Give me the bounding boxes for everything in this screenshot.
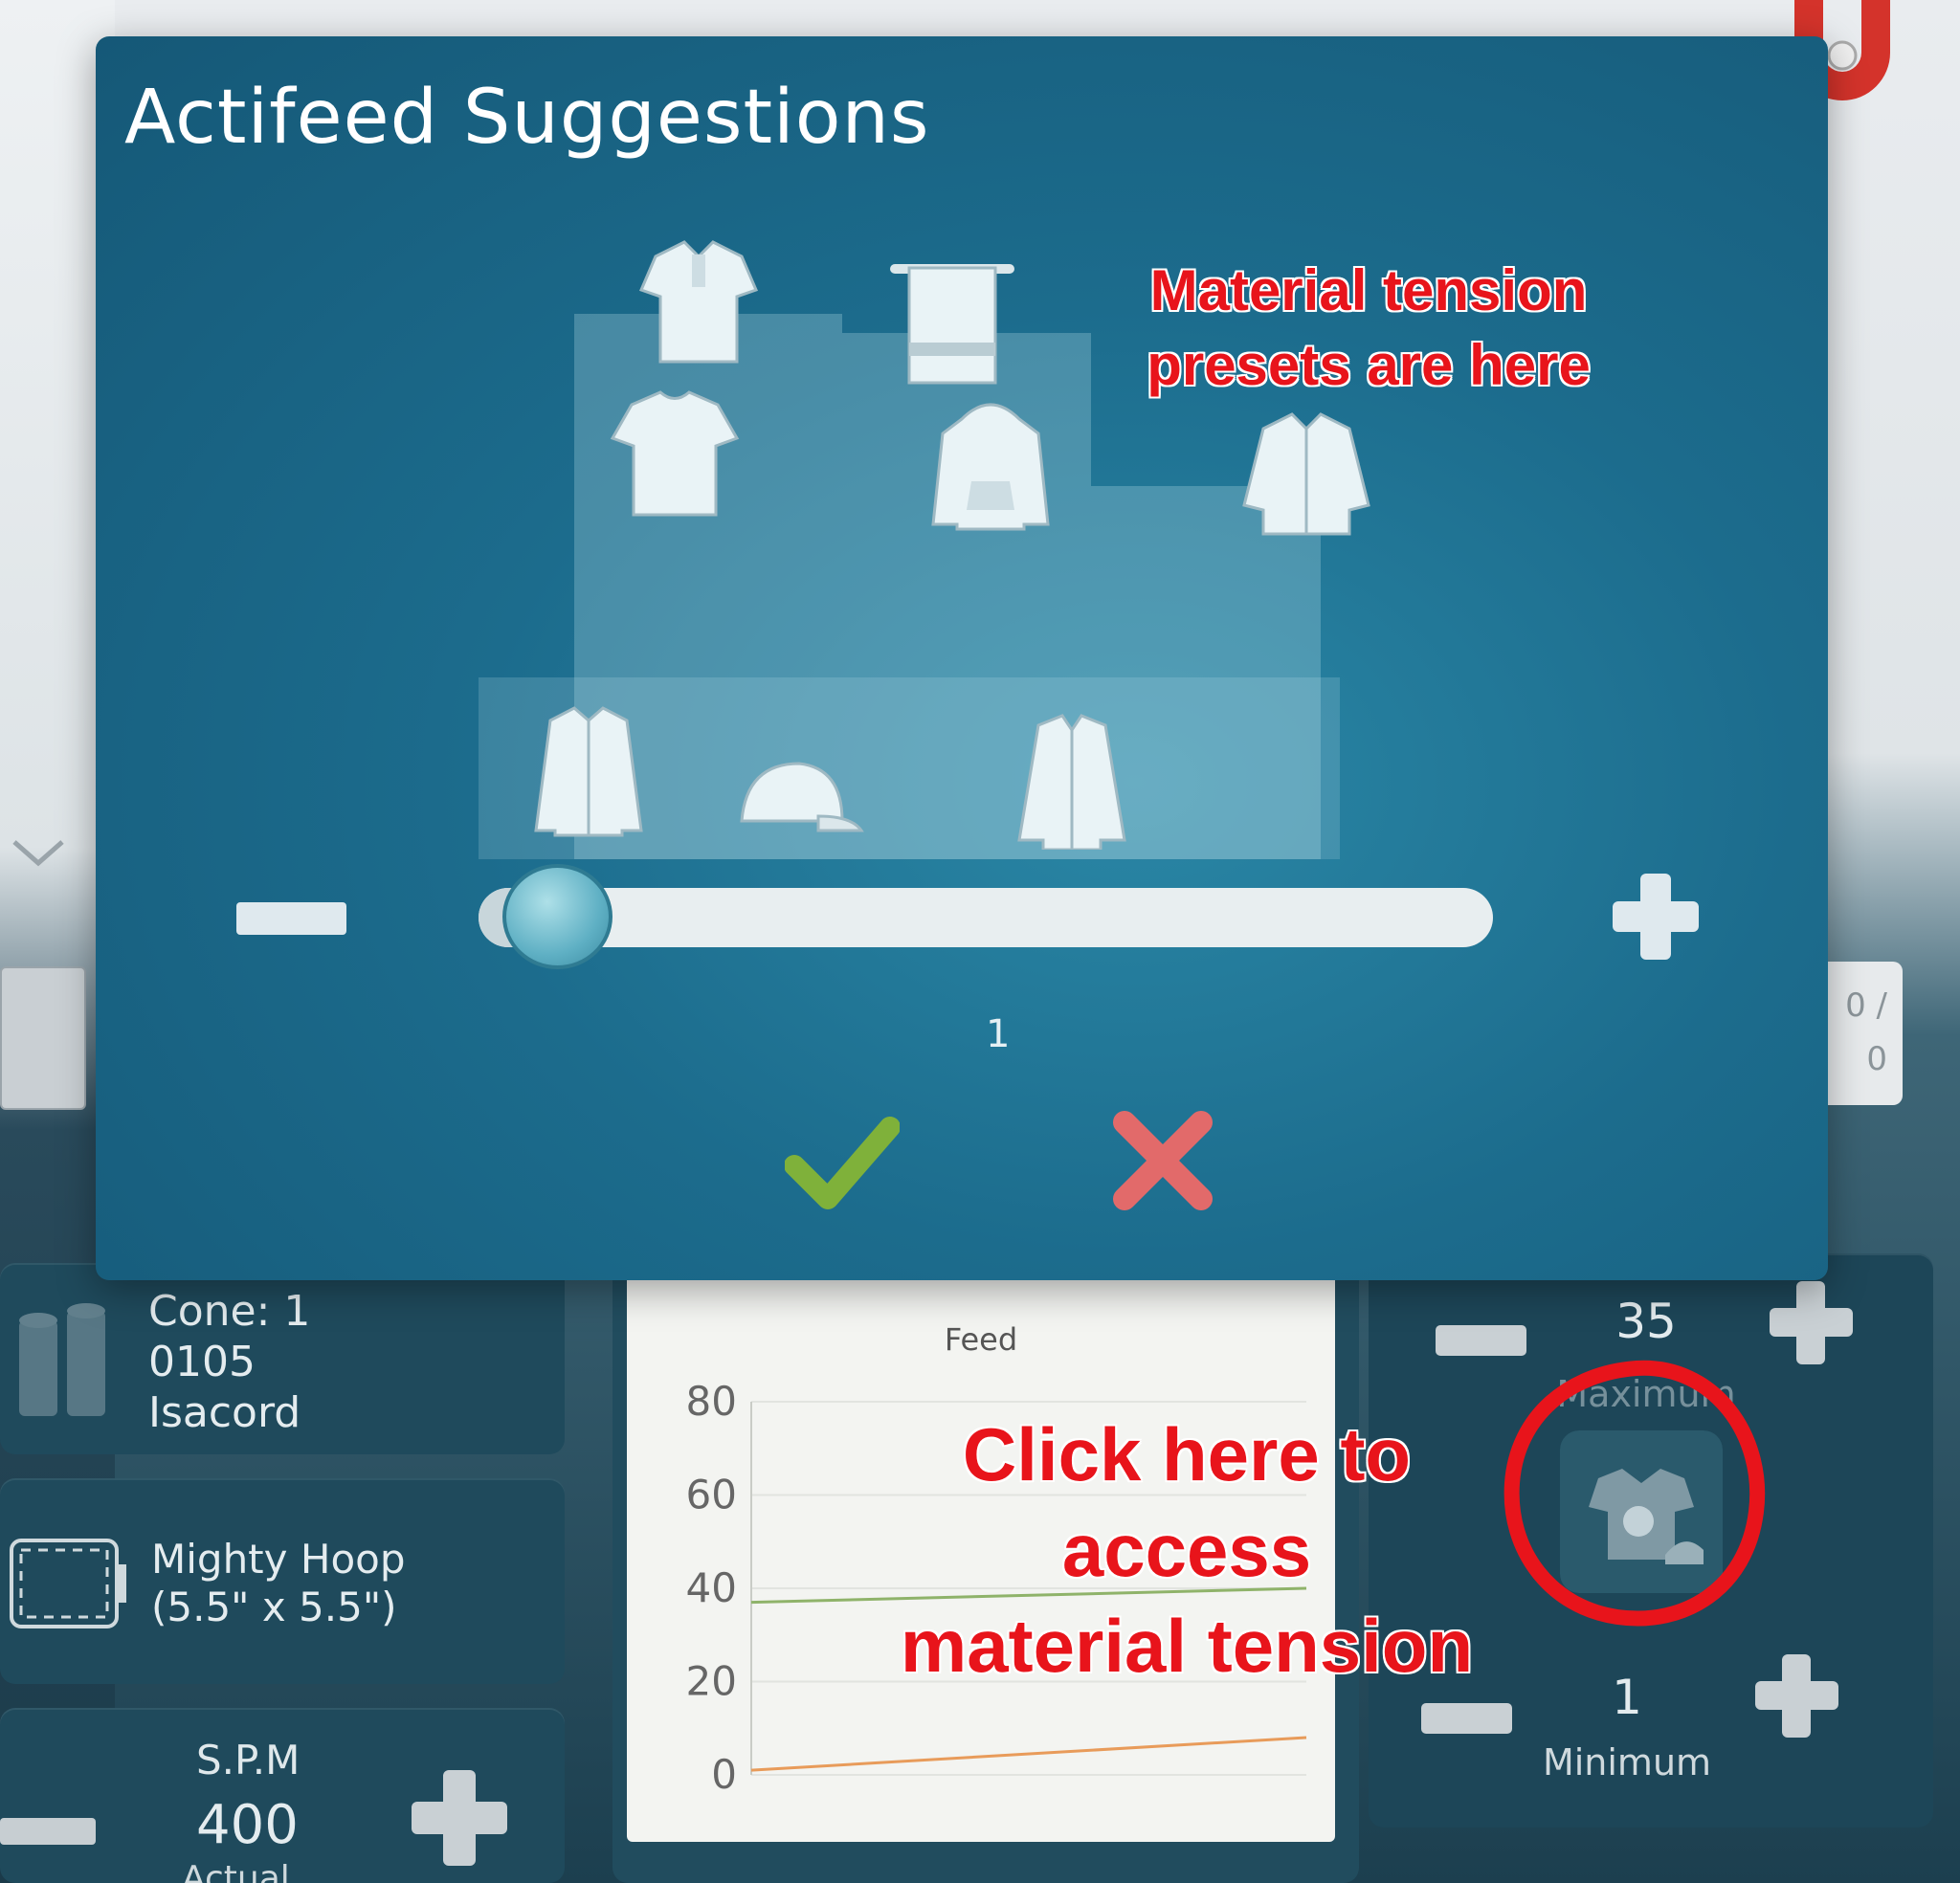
- hoop-size: (5.5" x 5.5"): [151, 1584, 397, 1630]
- y-tick-label: 60: [686, 1472, 737, 1518]
- annotation-red-circle: [1503, 1360, 1766, 1627]
- slider-increase-button[interactable]: [1608, 869, 1704, 964]
- tension-slider-track[interactable]: [479, 888, 1493, 947]
- t-shirt-icon[interactable]: [603, 381, 746, 524]
- max-tension-increase-button[interactable]: [1766, 1277, 1857, 1368]
- y-tick-label: 0: [711, 1751, 737, 1798]
- presets-annotation-line1: Material tension: [1149, 258, 1588, 322]
- thread-panel[interactable]: Cone: 1 0105 Isacord: [0, 1263, 565, 1454]
- hoop-panel[interactable]: Mighty Hoop (5.5" x 5.5"): [0, 1478, 565, 1684]
- hoodie-icon[interactable]: [919, 390, 1062, 534]
- thread-cone: Cone: 1: [148, 1287, 311, 1336]
- speed-value: 400: [196, 1794, 299, 1856]
- min-tension-decrease-button[interactable]: [1421, 1703, 1512, 1734]
- thread-spool-icon: [19, 1303, 105, 1416]
- speed-sub-label: Actual: [182, 1859, 290, 1883]
- actifeed-suggestions-dialog: Actifeed Suggestions 1: [96, 36, 1828, 1280]
- dress-shirt-icon[interactable]: [517, 697, 660, 840]
- series-line-1: [750, 1736, 1307, 1772]
- thread-brand: Isacord: [148, 1388, 301, 1437]
- speed-panel: S.P.M 400 Actual: [0, 1708, 565, 1883]
- zip-jacket-icon[interactable]: [1000, 706, 1144, 852]
- chevron-down-icon[interactable]: [10, 832, 67, 871]
- speed-decrease-button[interactable]: [0, 1818, 96, 1845]
- slider-value: 1: [986, 1012, 1011, 1056]
- speed-label: S.P.M: [196, 1737, 301, 1783]
- speed-increase-button[interactable]: [407, 1765, 512, 1871]
- access-annotation-line1: Click here to: [962, 1412, 1412, 1496]
- towel-icon[interactable]: [880, 247, 1024, 390]
- cap-icon[interactable]: [723, 725, 866, 869]
- polo-shirt-icon[interactable]: [627, 228, 770, 371]
- access-annotation-line3: material tension: [900, 1604, 1474, 1688]
- min-tension-increase-button[interactable]: [1751, 1650, 1842, 1741]
- y-tick-label: 80: [686, 1378, 737, 1425]
- thread-color-code: 0105: [148, 1338, 256, 1386]
- y-tick-label: 20: [686, 1658, 737, 1705]
- slider-decrease-button[interactable]: [236, 902, 346, 935]
- hoop-icon: [10, 1539, 126, 1628]
- presets-annotation: Material tension presets are here: [1101, 254, 1637, 403]
- y-tick-label: 40: [686, 1564, 737, 1611]
- access-annotation-line2: access: [1061, 1508, 1312, 1592]
- access-annotation: Click here to access material tension: [842, 1407, 1531, 1694]
- thread-cutter-icon[interactable]: [0, 966, 86, 1110]
- max-tension-value: 35: [1615, 1294, 1677, 1349]
- hoop-name: Mighty Hoop: [151, 1536, 406, 1583]
- min-tension-value: 1: [1612, 1670, 1642, 1725]
- confirm-checkmark-button[interactable]: [785, 1108, 900, 1223]
- min-tension-label: Minimum: [1542, 1741, 1712, 1783]
- jacket-icon[interactable]: [1235, 400, 1378, 543]
- cancel-x-button[interactable]: [1110, 1108, 1215, 1213]
- dialog-title: Actifeed Suggestions: [124, 75, 930, 161]
- tension-slider-thumb[interactable]: [502, 864, 612, 969]
- presets-annotation-line2: presets are here: [1147, 333, 1591, 397]
